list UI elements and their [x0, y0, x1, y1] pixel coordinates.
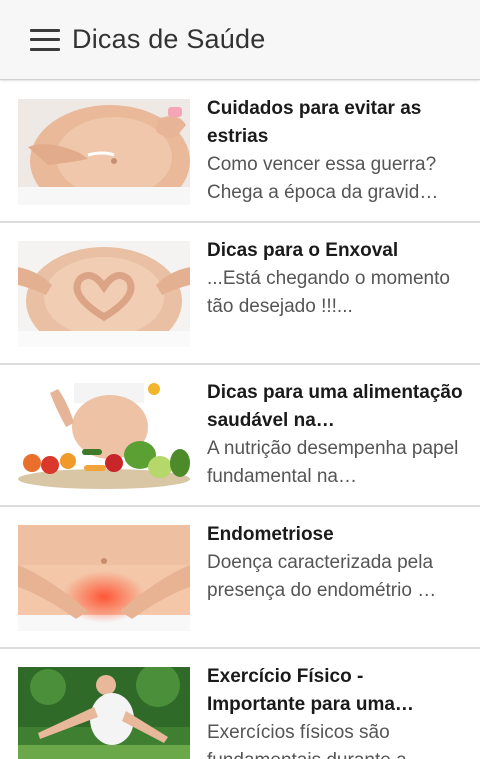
article-title: Endometriose	[207, 524, 334, 545]
article-title: Dicas para uma alimentação saudável na…	[207, 382, 463, 431]
pregnant-belly-cream-image	[18, 99, 190, 205]
article-list: Cuidados para evitar as estrias Como ven…	[0, 81, 480, 759]
abdomen-pain-hands-image	[18, 525, 190, 631]
article-title: Exercício Físico - Importante para uma…	[207, 666, 414, 715]
pregnant-belly-heart-hands-image	[18, 241, 190, 347]
article-title: Dicas para o Enxoval	[207, 240, 399, 261]
article-description: Exercícios físicos são fundamentais dura…	[207, 722, 426, 759]
pregnant-woman-exercise-image	[18, 667, 190, 759]
pregnant-belly-vegetables-image	[18, 383, 190, 489]
article-item[interactable]: Endometriose Doença caracterizada pela p…	[0, 507, 480, 649]
article-title: Cuidados para evitar as estrias	[207, 98, 422, 147]
hamburger-menu-icon[interactable]	[30, 28, 60, 52]
app-title: Dicas de Saúde	[72, 24, 266, 54]
article-item[interactable]: Exercício Físico - Importante para uma… …	[0, 649, 480, 759]
article-description: Doença caracterizada pela presença do en…	[207, 552, 437, 601]
article-description: A nutrição desempenha papel fundamental …	[207, 438, 459, 487]
app-bar: Dicas de Saúde	[0, 0, 480, 80]
article-description: ...Está chegando o momento tão desejado …	[207, 268, 450, 317]
article-item[interactable]: Dicas para uma alimentação saudável na… …	[0, 365, 480, 507]
article-item[interactable]: Dicas para o Enxoval ...Está chegando o …	[0, 223, 480, 365]
article-description: Como vencer essa guerra? Chega a época d…	[207, 154, 439, 203]
article-item[interactable]: Cuidados para evitar as estrias Como ven…	[0, 81, 480, 223]
